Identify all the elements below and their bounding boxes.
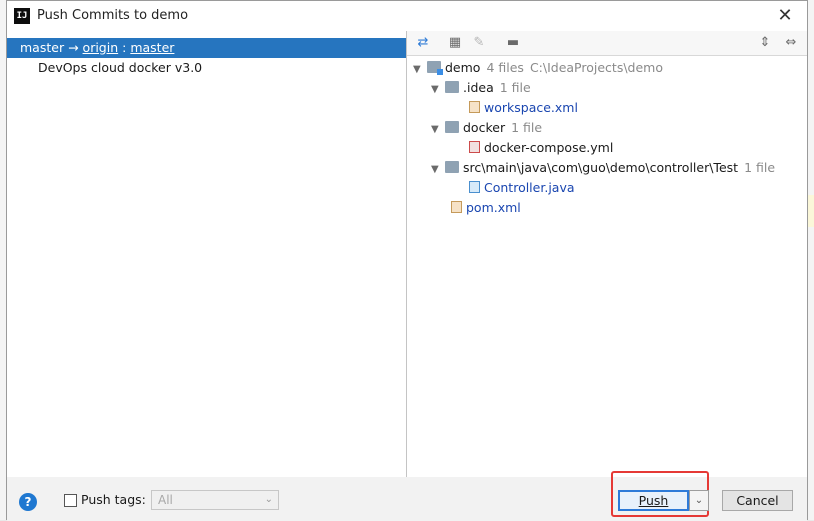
tree-node-docker-compose[interactable]: docker-compose.yml: [469, 138, 613, 158]
tree-node-demo[interactable]: ▼ demo 4 files C:\IdeaProjects\demo: [413, 58, 663, 78]
branch-row[interactable]: master → origin : master: [7, 38, 406, 58]
changes-toolbar: ⇄ ▦ ✎ ▬ ⇕ ⇔: [407, 31, 807, 56]
chevron-down-icon: ⌄: [264, 494, 273, 505]
expand-all-icon[interactable]: ⇕: [757, 35, 773, 51]
chevron-down-icon[interactable]: ▼: [431, 160, 445, 180]
push-commits-dialog: IJ Push Commits to demo ✕ master → origi…: [6, 0, 808, 521]
cancel-button[interactable]: Cancel: [722, 490, 793, 511]
chevron-down-icon[interactable]: ▼: [431, 120, 445, 140]
changes-panel: ⇄ ▦ ✎ ▬ ⇕ ⇔ ▼ demo 4 files C:\IdeaProjects\…: [407, 31, 807, 477]
tree-node-pom-xml[interactable]: pom.xml: [451, 198, 521, 218]
collapse-all-icon[interactable]: ⇔: [783, 35, 799, 51]
help-icon[interactable]: ?: [19, 493, 37, 511]
arrow-icon: →: [68, 40, 79, 55]
xml-file-icon: [451, 201, 462, 213]
java-file-icon: [469, 181, 480, 193]
commits-panel: master → origin : master DevOps cloud do…: [7, 31, 407, 477]
push-button[interactable]: Push: [618, 490, 689, 511]
title-bar: IJ Push Commits to demo ✕: [7, 1, 807, 31]
tree-node-workspace-xml[interactable]: workspace.xml: [469, 98, 578, 118]
folder-icon: [445, 161, 459, 173]
group-by-icon[interactable]: ▦: [447, 35, 463, 51]
preview-icon[interactable]: ▬: [505, 35, 521, 51]
edit-source-icon[interactable]: ✎: [471, 35, 487, 51]
commit-item[interactable]: DevOps cloud docker v3.0: [38, 60, 202, 76]
dialog-title: Push Commits to demo: [37, 8, 189, 23]
push-button-label: Push: [638, 493, 669, 508]
source-branch: master: [20, 40, 65, 55]
close-icon[interactable]: ✕: [775, 5, 795, 26]
tags-select-value: All: [158, 493, 173, 507]
folder-icon: [445, 121, 459, 133]
xml-file-icon: [469, 101, 480, 113]
tree-node-src-path[interactable]: ▼ src\main\java\com\guo\demo\controller\T…: [431, 158, 775, 178]
yml-file-icon: [469, 141, 480, 153]
remote-link[interactable]: origin: [83, 40, 119, 55]
chevron-down-icon[interactable]: ▼: [413, 60, 427, 80]
target-branch-link[interactable]: master: [130, 40, 174, 55]
push-tags-label: Push tags:: [81, 492, 146, 507]
tree-node-docker[interactable]: ▼ docker 1 file: [431, 118, 542, 138]
dialog-footer: ? Push tags: All ⌄ Push ⌄ Cancel: [7, 471, 807, 521]
branch-separator: :: [122, 40, 127, 55]
chevron-down-icon[interactable]: ▼: [431, 80, 445, 100]
tree-node-idea[interactable]: ▼ .idea 1 file: [431, 78, 531, 98]
tags-select[interactable]: All ⌄: [151, 490, 279, 510]
show-diff-icon[interactable]: ⇄: [415, 35, 431, 51]
intellij-app-icon: IJ: [14, 8, 30, 24]
push-options-dropdown[interactable]: ⌄: [689, 490, 709, 511]
push-tags-checkbox[interactable]: [64, 494, 77, 507]
tree-node-controller-java[interactable]: Controller.java: [469, 178, 575, 198]
module-folder-icon: [427, 61, 443, 75]
folder-icon: [445, 81, 459, 93]
